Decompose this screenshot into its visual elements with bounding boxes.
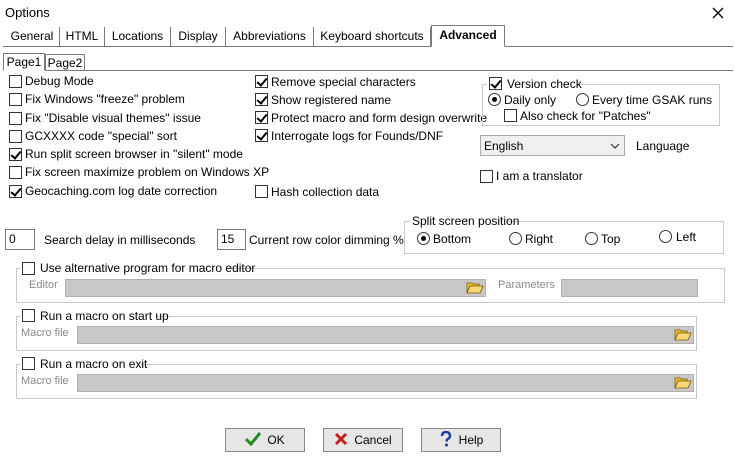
- interrogate-logs-label: Interrogate logs for Founds/DNF: [271, 129, 444, 143]
- remove-special-chars-label: Remove special characters: [271, 75, 416, 89]
- hash-collection-checkbox[interactable]: [255, 185, 268, 198]
- protect-macro-checkbox[interactable]: [255, 111, 268, 124]
- hash-collection-label: Hash collection data: [271, 185, 380, 199]
- subtab-line: [3, 70, 733, 71]
- parameters-field[interactable]: [561, 279, 698, 297]
- tab-general[interactable]: General: [5, 27, 60, 46]
- parameters-field-label: Parameters: [498, 279, 555, 291]
- check-patches-checkbox[interactable]: [504, 109, 517, 122]
- macro-startup-label: Run a macro on start up: [40, 309, 169, 323]
- fix-freeze-label: Fix Windows "freeze" problem: [25, 92, 185, 106]
- translator-checkbox[interactable]: [480, 170, 493, 183]
- tab-keyboard-shortcuts[interactable]: Keyboard shortcuts: [314, 27, 431, 46]
- row-dimming-input[interactable]: 15: [217, 229, 246, 250]
- daily-only-label: Daily only: [504, 93, 557, 107]
- window-title: Options: [5, 5, 50, 20]
- alt-editor-label: Use alternative program for macro editor: [40, 261, 256, 275]
- protect-macro-label: Protect macro and form design overwrite: [271, 111, 488, 125]
- cross-icon: [334, 432, 348, 449]
- macro-exit-checkbox[interactable]: [22, 357, 35, 370]
- fix-maximize-checkbox[interactable]: [9, 166, 22, 179]
- folder-open-icon[interactable]: [674, 376, 692, 390]
- tab-html[interactable]: HTML: [60, 27, 105, 46]
- show-registered-name-checkbox[interactable]: [255, 93, 268, 106]
- tab-abbreviations[interactable]: Abbreviations: [226, 27, 314, 46]
- question-icon: [439, 430, 453, 450]
- daily-only-radio[interactable]: [488, 93, 501, 106]
- chevron-down-icon: [610, 140, 620, 154]
- translator-label: I am a translator: [496, 169, 583, 183]
- split-top-label: Top: [601, 232, 621, 246]
- show-registered-name-label: Show registered name: [271, 93, 392, 107]
- alt-editor-checkbox[interactable]: [22, 262, 35, 275]
- macro-exit-field-label: Macro file: [21, 375, 69, 387]
- tab-display[interactable]: Display: [171, 27, 226, 46]
- log-date-correction-checkbox[interactable]: [9, 185, 22, 198]
- fix-visual-themes-checkbox[interactable]: [9, 112, 22, 125]
- help-button[interactable]: Help: [421, 428, 501, 452]
- split-bottom-label: Bottom: [433, 232, 472, 246]
- debug-mode-label: Debug Mode: [25, 74, 94, 88]
- tab-advanced[interactable]: Advanced: [431, 25, 505, 47]
- gc-code-sort-label: GCXXXX code "special" sort: [25, 129, 177, 143]
- checkmark-icon: [245, 431, 262, 449]
- cancel-button[interactable]: Cancel: [323, 428, 403, 452]
- fix-visual-themes-label: Fix "Disable visual themes" issue: [25, 111, 201, 125]
- every-time-label: Every time GSAK runs: [592, 93, 713, 107]
- split-screen-label: Split screen position: [412, 214, 520, 228]
- ok-button[interactable]: OK: [225, 428, 305, 452]
- every-time-radio[interactable]: [576, 93, 589, 106]
- fix-freeze-checkbox[interactable]: [9, 93, 22, 106]
- editor-field-label: Editor: [29, 279, 58, 291]
- split-top-radio[interactable]: [585, 232, 598, 245]
- remove-special-chars-checkbox[interactable]: [255, 75, 268, 88]
- split-right-radio[interactable]: [509, 232, 522, 245]
- split-bottom-radio[interactable]: [417, 232, 430, 245]
- log-date-correction-label: Geocaching.com log date correction: [25, 184, 218, 198]
- folder-open-icon[interactable]: [674, 328, 692, 342]
- language-value: English: [484, 139, 524, 153]
- ok-label: OK: [267, 433, 285, 447]
- folder-open-icon[interactable]: [466, 281, 484, 295]
- silent-mode-label: Run split screen browser in "silent" mod…: [25, 147, 243, 161]
- interrogate-logs-checkbox[interactable]: [255, 129, 268, 142]
- split-left-radio[interactable]: [659, 230, 672, 243]
- search-delay-input[interactable]: 0: [5, 229, 35, 250]
- macro-startup-checkbox[interactable]: [22, 309, 35, 322]
- check-patches-label: Also check for "Patches": [520, 109, 651, 123]
- search-delay-label: Search delay in milliseconds: [44, 233, 196, 247]
- macro-startup-file-field[interactable]: [77, 326, 694, 344]
- debug-mode-checkbox[interactable]: [9, 75, 22, 88]
- row-dimming-label: Current row color dimming %: [249, 233, 404, 247]
- version-check-label: Version check: [507, 77, 582, 91]
- fix-maximize-label: Fix screen maximize problem on Windows X…: [25, 165, 270, 179]
- macro-exit-file-field[interactable]: [77, 374, 694, 392]
- editor-path-field[interactable]: [65, 279, 486, 297]
- close-icon[interactable]: [709, 4, 727, 22]
- cancel-label: Cancel: [354, 433, 392, 447]
- subtab-page1[interactable]: Page1: [3, 53, 45, 71]
- split-left-label: Left: [676, 230, 697, 244]
- language-label: Language: [636, 139, 690, 153]
- macro-startup-field-label: Macro file: [21, 327, 69, 339]
- tab-strip-line: [3, 46, 733, 47]
- silent-mode-checkbox[interactable]: [9, 148, 22, 161]
- help-label: Help: [458, 433, 484, 447]
- tab-locations[interactable]: Locations: [105, 27, 171, 46]
- gc-code-sort-checkbox[interactable]: [9, 130, 22, 143]
- macro-exit-label: Run a macro on exit: [40, 357, 148, 371]
- version-check-checkbox[interactable]: [489, 77, 502, 90]
- language-select[interactable]: English: [480, 135, 625, 156]
- subtab-page2[interactable]: Page2: [45, 54, 85, 71]
- split-right-label: Right: [525, 232, 554, 246]
